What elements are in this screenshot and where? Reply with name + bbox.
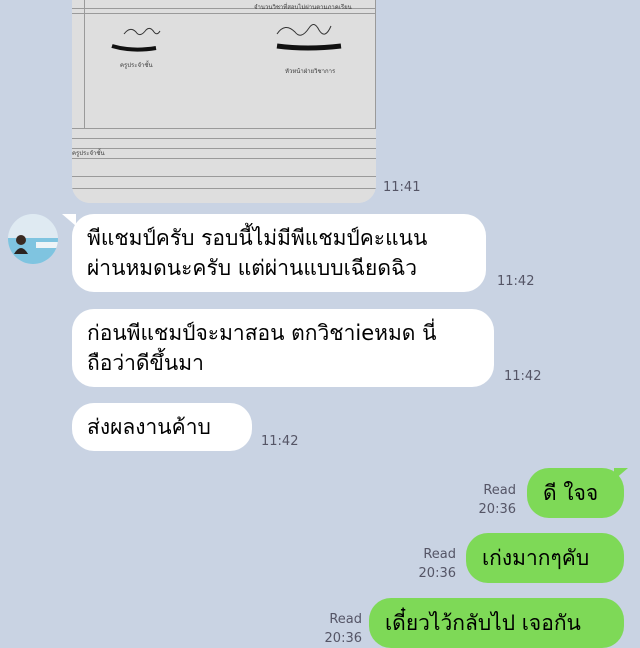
- doc-signer-left: ครูประจำชั้น: [120, 62, 153, 69]
- read-label: Read: [423, 547, 456, 562]
- message-bubble-outgoing[interactable]: เดี๋ยวไว้กลับไป เจอกัน: [369, 598, 624, 648]
- message-time: 11:42: [504, 369, 542, 384]
- document-photo: จำนวนวิชาที่สอบไม่ผ่านตามภาคเรียน ครูประ…: [72, 0, 376, 203]
- read-receipt: Read 20:36: [312, 610, 362, 648]
- message-time: 11:42: [497, 274, 535, 289]
- profile-photo-avatar-icon: [8, 214, 58, 264]
- message-bubble-incoming[interactable]: พีแชมป์ครับ รอบนี้ไม่มีพีแชมป์คะแนน ผ่าน…: [72, 214, 486, 292]
- doc-bottom-label: ครูประจำชั้น: [72, 150, 105, 157]
- message-time: 11:42: [261, 434, 299, 449]
- signatures-graphic: [111, 24, 342, 52]
- message-bubble-incoming[interactable]: ก่อนพีแชมป์จะมาสอน ตกวิชาieหมด นี่ ถือว่…: [72, 309, 494, 387]
- read-label: Read: [483, 483, 516, 498]
- read-receipt: Read 20:36: [410, 545, 456, 583]
- read-label: Read: [329, 612, 362, 627]
- photo-time: 11:41: [383, 180, 421, 195]
- doc-signer-right: หัวหน้าฝ่ายวิชาการ: [285, 68, 336, 75]
- message-bubble-incoming[interactable]: ส่งผลงานค้าบ: [72, 403, 252, 451]
- sender-avatar[interactable]: [8, 214, 58, 264]
- message-time: 20:36: [478, 502, 516, 517]
- message-bubble-outgoing[interactable]: ดี ใจจ: [527, 468, 624, 518]
- message-bubble-outgoing[interactable]: เก่งมากๆคับ: [466, 533, 624, 583]
- message-time: 20:36: [418, 566, 456, 581]
- message-time: 20:36: [324, 631, 362, 646]
- bubble-tail: [614, 468, 628, 480]
- read-receipt: Read 20:36: [470, 481, 516, 519]
- photo-message[interactable]: จำนวนวิชาที่สอบไม่ผ่านตามภาคเรียน ครูประ…: [72, 0, 376, 203]
